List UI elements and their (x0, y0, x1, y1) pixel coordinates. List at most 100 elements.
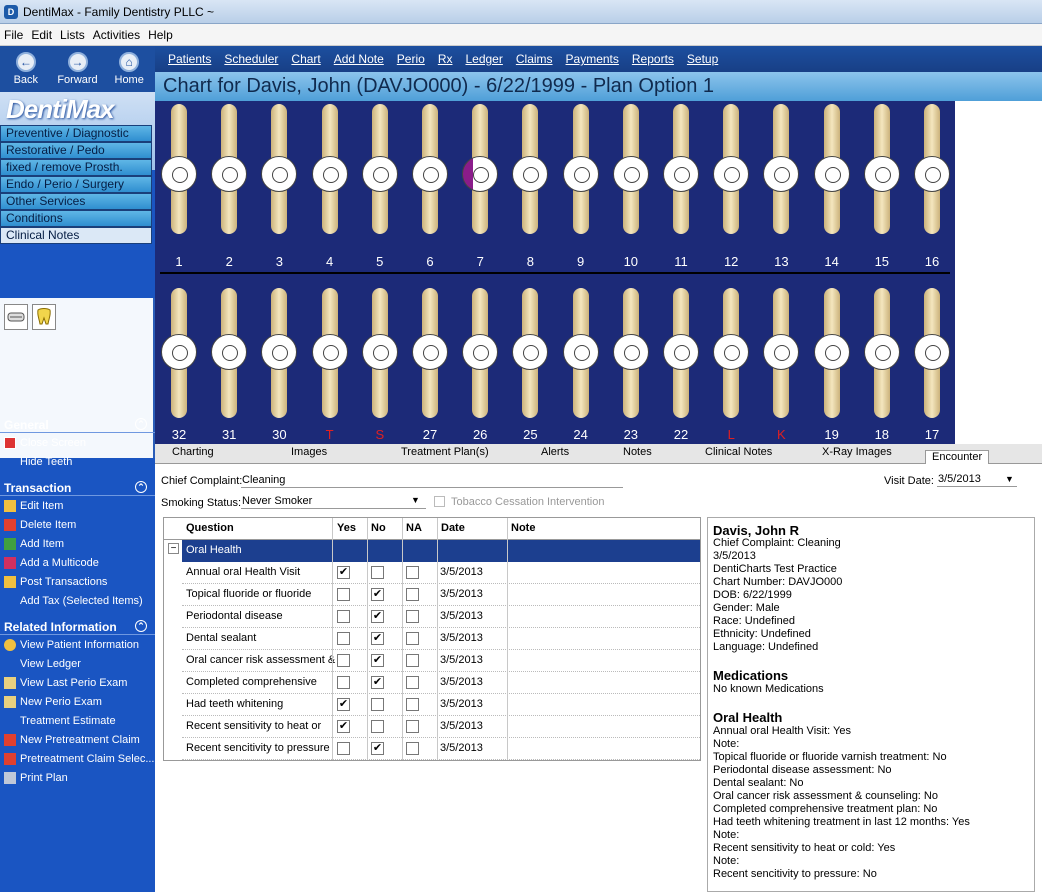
tooth-7[interactable]: 7 (462, 104, 499, 269)
calendar-dropdown-icon[interactable]: ▼ (1005, 474, 1014, 484)
na-checkbox[interactable] (406, 654, 419, 667)
delete-item-link[interactable]: Delete Item (4, 519, 76, 531)
chart-menu-rx[interactable]: Rx (438, 52, 453, 66)
tooth-12[interactable]: 12 (713, 104, 750, 269)
menu-lists[interactable]: Lists (60, 28, 85, 42)
yes-checkbox[interactable] (337, 654, 350, 667)
tab-images[interactable]: Images (291, 446, 327, 458)
chart-menu-reports[interactable]: Reports (632, 52, 674, 66)
table-row[interactable]: Oral cancer risk assessment & ✔ 3/5/2013 (182, 650, 700, 672)
close-screen-link[interactable]: Close Screen (4, 437, 86, 449)
tooth-1[interactable]: 1 (161, 104, 197, 269)
group-row-oral-health[interactable]: Oral Health (182, 540, 700, 562)
post-transactions-link[interactable]: Post Transactions (4, 576, 107, 588)
no-checkbox[interactable]: ✔ (371, 742, 384, 755)
na-checkbox[interactable] (406, 610, 419, 623)
add-multicode-link[interactable]: Add a Multicode (4, 557, 99, 569)
yes-checkbox[interactable] (337, 610, 350, 623)
tooth-surface-selector[interactable] (914, 156, 950, 192)
tooth-5[interactable]: 5 (361, 104, 398, 269)
tobacco-checkbox[interactable] (434, 496, 445, 507)
tab-clinical-notes[interactable]: Clinical Notes (705, 446, 772, 458)
pretreatment-claim-select-link[interactable]: Pretreatment Claim Selec... (4, 753, 155, 765)
forward-button[interactable]: → Forward (52, 46, 104, 92)
tooth-surface-selector[interactable] (562, 334, 599, 370)
tooth-surface-selector[interactable] (763, 156, 800, 192)
yes-checkbox[interactable] (337, 632, 350, 645)
no-checkbox[interactable]: ✔ (371, 676, 384, 689)
menu-file[interactable]: File (4, 28, 23, 42)
tooth-18[interactable]: 18 (863, 286, 900, 442)
tooth-26[interactable]: 26 (462, 286, 499, 442)
collapse-group-icon[interactable]: − (168, 543, 179, 554)
tooth-surface-selector[interactable] (813, 156, 850, 192)
tooth-surface-selector[interactable] (462, 156, 499, 192)
tooth-surface-selector[interactable] (713, 334, 750, 370)
table-row[interactable]: Recent sensitivity to heat or ✔ 3/5/2013 (182, 716, 700, 738)
related-section-header[interactable]: Related Information ⌃ (0, 620, 155, 635)
yes-checkbox[interactable]: ✔ (337, 720, 350, 733)
category-clinical-notes[interactable]: Clinical Notes (0, 227, 152, 244)
category-conditions[interactable]: Conditions (0, 210, 152, 227)
tooth-24[interactable]: 24 (562, 286, 599, 442)
home-button[interactable]: ⌂ Home (103, 46, 155, 92)
tooth-surface-selector[interactable] (361, 156, 398, 192)
category-prosth[interactable]: fixed / remove Prosth. (0, 159, 152, 176)
na-checkbox[interactable] (406, 720, 419, 733)
table-row[interactable]: Recent sencitivity to pressure ✔ 3/5/2013 (182, 738, 700, 760)
chart-menu-claims[interactable]: Claims (516, 52, 553, 66)
tooth-surface-selector[interactable] (512, 334, 549, 370)
no-checkbox[interactable] (371, 698, 384, 711)
no-checkbox[interactable]: ✔ (371, 610, 384, 623)
no-checkbox[interactable]: ✔ (371, 654, 384, 667)
tooth-surface-selector[interactable] (512, 156, 549, 192)
tooth-9[interactable]: 9 (562, 104, 599, 269)
no-checkbox[interactable] (371, 720, 384, 733)
edit-item-link[interactable]: Edit Item (4, 500, 63, 512)
view-ledger-link[interactable]: View Ledger (20, 658, 81, 670)
na-checkbox[interactable] (406, 742, 419, 755)
tooth-10[interactable]: 10 (612, 104, 649, 269)
tooth-surface-selector[interactable] (462, 334, 499, 370)
category-restorative[interactable]: Restorative / Pedo (0, 142, 152, 159)
tooth-22[interactable]: 22 (663, 286, 699, 442)
tooth-surface-selector[interactable] (161, 334, 197, 370)
menu-edit[interactable]: Edit (31, 28, 52, 42)
tooth-14[interactable]: 14 (813, 104, 850, 269)
category-endo[interactable]: Endo / Perio / Surgery (0, 176, 152, 193)
tooth-K[interactable]: K (763, 286, 800, 442)
chief-complaint-field[interactable]: Cleaning (241, 473, 623, 488)
collapse-icon[interactable]: ⌃ (135, 620, 147, 632)
chart-menu-perio[interactable]: Perio (397, 52, 425, 66)
tooth-S[interactable]: S (361, 286, 398, 442)
hide-teeth-link[interactable]: Hide Teeth (20, 456, 72, 468)
treatment-estimate-link[interactable]: Treatment Estimate (20, 715, 116, 727)
table-row[interactable]: Periodontal disease ✔ 3/5/2013 (182, 606, 700, 628)
tooth-surface-selector[interactable] (713, 156, 750, 192)
add-item-link[interactable]: Add Item (4, 538, 64, 550)
na-checkbox[interactable] (406, 632, 419, 645)
tooth-13[interactable]: 13 (763, 104, 800, 269)
tooth-4[interactable]: 4 (311, 104, 348, 269)
table-row[interactable]: Dental sealant ✔ 3/5/2013 (182, 628, 700, 650)
tooth-surface-selector[interactable] (311, 334, 348, 370)
tooth-surface-selector[interactable] (562, 156, 599, 192)
tooth-surface-selector[interactable] (863, 334, 900, 370)
chart-menu-patients[interactable]: Patients (168, 52, 211, 66)
na-checkbox[interactable] (406, 676, 419, 689)
tab-alerts[interactable]: Alerts (541, 446, 569, 458)
tooth-surface-selector[interactable] (211, 156, 248, 192)
menu-help[interactable]: Help (148, 28, 173, 42)
tooth-17[interactable]: 17 (914, 286, 950, 442)
table-row[interactable]: Annual oral Health Visit ✔ 3/5/2013 (182, 562, 700, 584)
tooth-6[interactable]: 6 (412, 104, 448, 269)
tooth-surface-selector[interactable] (412, 334, 448, 370)
collapse-icon[interactable]: ⌃ (135, 481, 147, 493)
chevron-down-icon[interactable]: ▼ (411, 495, 420, 505)
tooth-8[interactable]: 8 (512, 104, 549, 269)
tab-encounter[interactable]: Encounter (925, 450, 990, 465)
tooth-surface-selector[interactable] (663, 334, 699, 370)
na-checkbox[interactable] (406, 566, 419, 579)
yes-checkbox[interactable] (337, 676, 350, 689)
new-pretreatment-claim-link[interactable]: New Pretreatment Claim (4, 734, 140, 746)
